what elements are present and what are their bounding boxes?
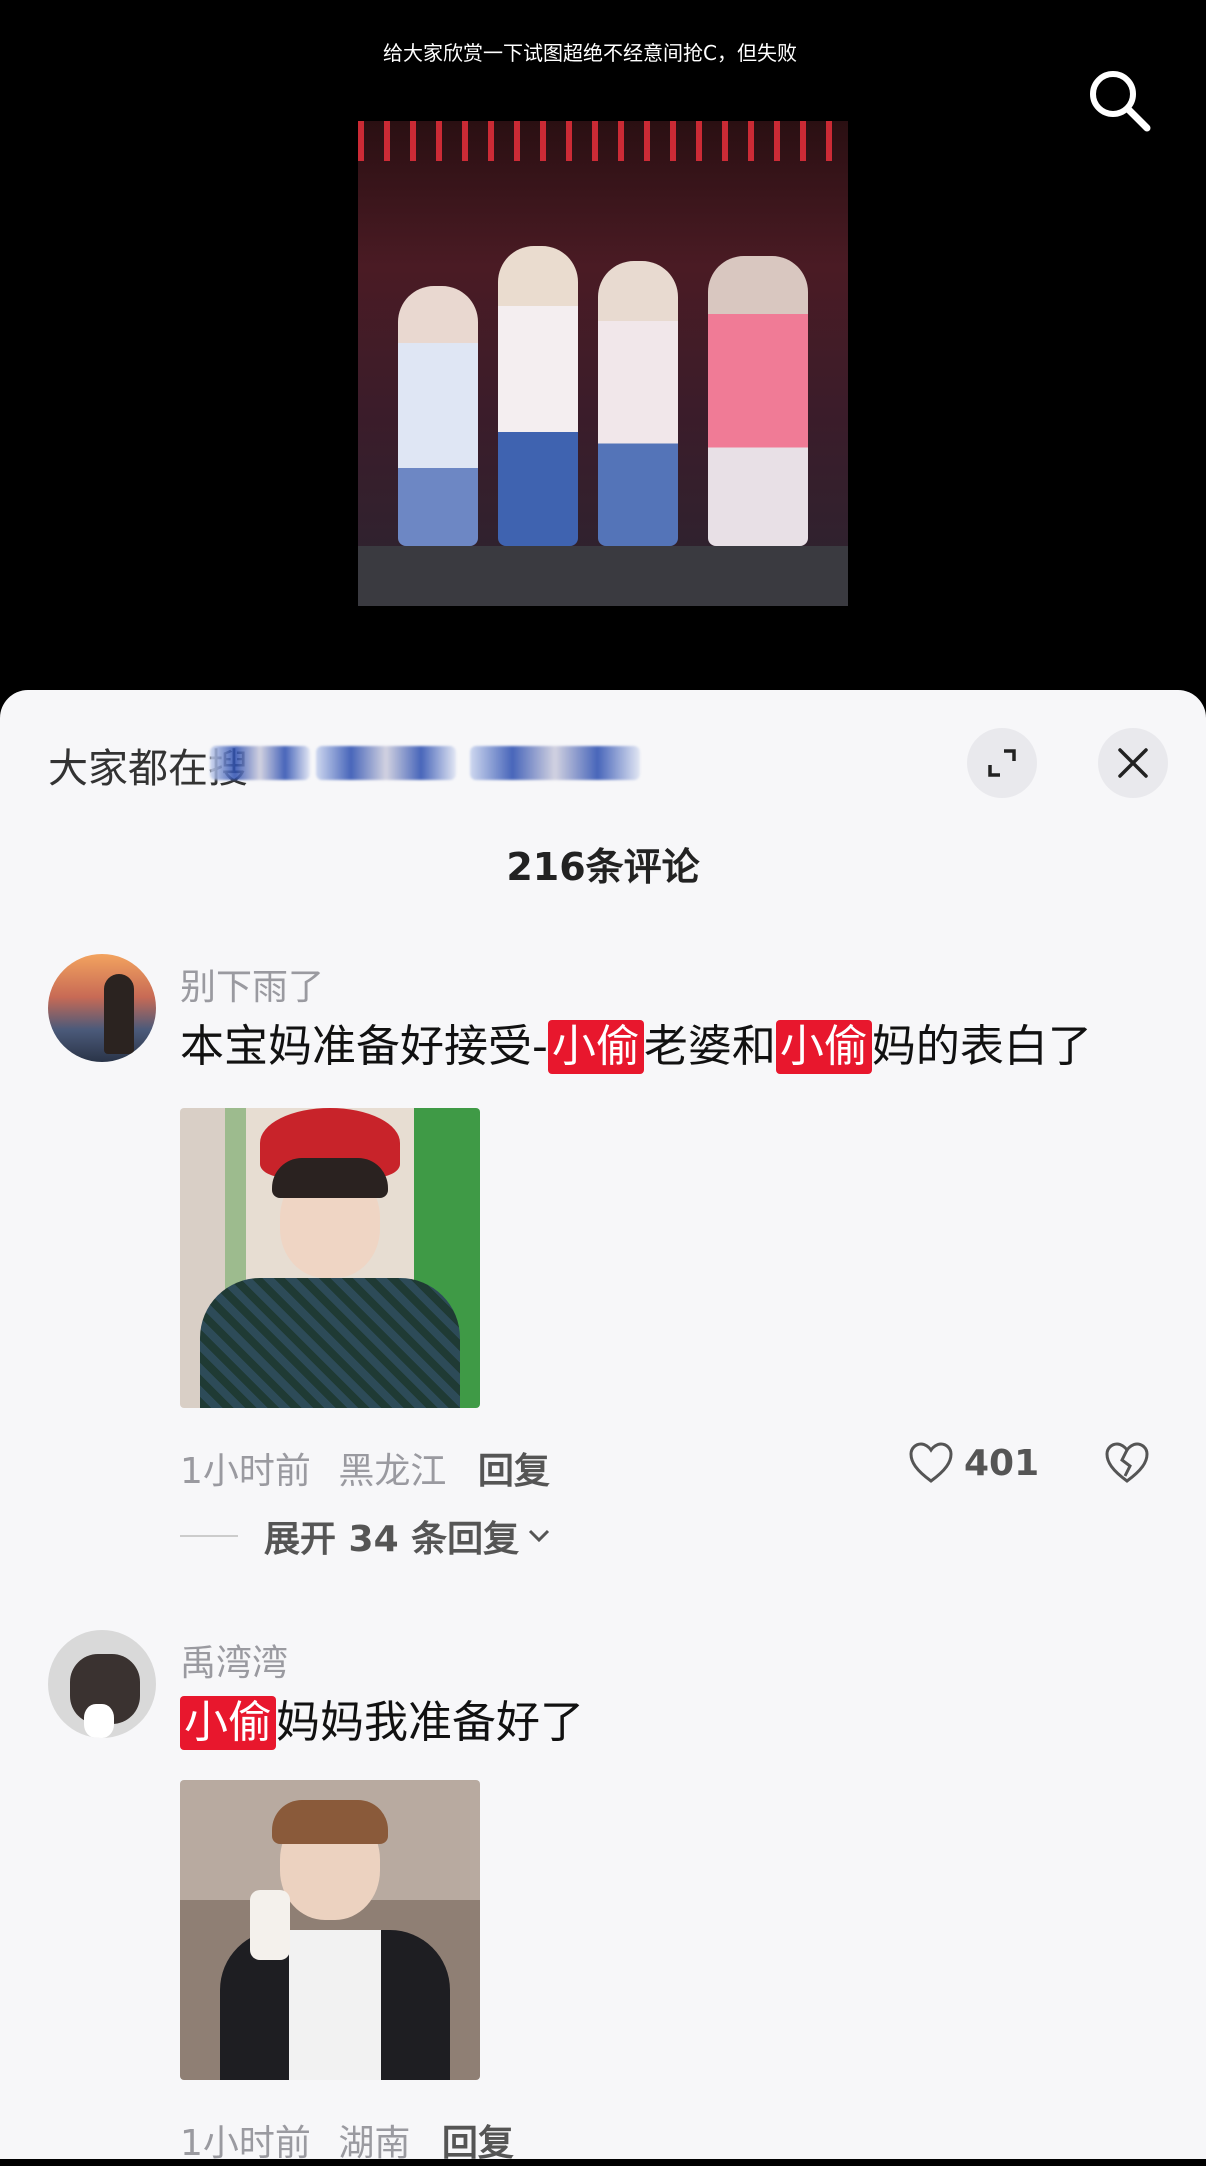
comment-author[interactable]: 禹湾湾 <box>180 1634 288 1686</box>
divider <box>180 1535 238 1537</box>
expand-button[interactable] <box>967 728 1037 798</box>
performer <box>708 256 808 546</box>
video-player[interactable]: 给大家欣赏一下试图超绝不经意间抢C，但失败 <box>0 0 1206 700</box>
close-button[interactable] <box>1098 728 1168 798</box>
avatar[interactable] <box>48 954 156 1062</box>
comment-location: 黑龙江 <box>338 1451 447 1492</box>
comment-image[interactable] <box>180 1108 480 1408</box>
comment-sheet: 大家都在搜 216条评论 别下雨了 本宝妈准备好接受-小偷老婆和小偷妈的表白了 <box>0 690 1206 2164</box>
heart-icon <box>909 1442 953 1483</box>
comment-author[interactable]: 别下雨了 <box>180 958 324 1010</box>
comment-meta: 1小时前 黑龙江 回复 <box>180 1442 550 1494</box>
keyword-tag[interactable]: 小偷 <box>775 1020 872 1074</box>
comment-image[interactable] <box>180 1780 480 2080</box>
broken-heart-icon <box>1105 1442 1149 1483</box>
like-button[interactable]: 401 <box>908 1442 1039 1484</box>
expand-replies-button[interactable]: 展开 34 条回复 <box>180 1510 553 1562</box>
comment-item: 禹湾湾 小偷妈妈我准备好了 1小时前 湖南 回复 <box>0 1630 1206 2164</box>
comment-location: 湖南 <box>338 2123 411 2164</box>
comment-text-part: 妈的表白了 <box>871 1021 1092 1072</box>
comment-text-part: 本宝妈准备好接受- <box>180 1021 548 1072</box>
expand-replies-label: 展开 34 条回复 <box>264 1519 520 1560</box>
close-icon <box>1118 748 1148 778</box>
stage-lights <box>358 121 848 161</box>
blurred-search-suggestion <box>210 746 310 780</box>
dislike-button[interactable] <box>1104 1442 1150 1488</box>
comment-text-part: 妈妈我准备好了 <box>276 1697 584 1748</box>
comment-count: 216条评论 <box>506 845 700 889</box>
keyword-tag[interactable]: 小偷 <box>547 1020 644 1074</box>
comment-text-part: 老婆和 <box>643 1021 776 1072</box>
blurred-search-suggestion <box>316 746 456 780</box>
video-caption: 给大家欣赏一下试图超绝不经意间抢C，但失败 <box>383 41 797 65</box>
comment-item: 别下雨了 本宝妈准备好接受-小偷老婆和小偷妈的表白了 1小时前 黑龙江 回复 4… <box>0 954 1206 1492</box>
comment-time: 1小时前 <box>180 1451 311 1492</box>
blurred-search-suggestion <box>470 746 640 780</box>
expand-icon <box>988 749 1016 777</box>
comment-meta: 1小时前 湖南 回复 <box>180 2114 514 2166</box>
reply-button[interactable]: 回复 <box>478 1451 550 1492</box>
comment-text: 本宝妈准备好接受-小偷老婆和小偷妈的表白了 <box>180 1010 1092 1074</box>
search-button[interactable] <box>1085 66 1153 134</box>
comment-text: 小偷妈妈我准备好了 <box>180 1686 584 1750</box>
keyword-tag[interactable]: 小偷 <box>180 1696 276 1750</box>
performer <box>598 261 678 546</box>
search-icon <box>1090 71 1151 132</box>
reply-button[interactable]: 回复 <box>442 2123 514 2164</box>
chevron-down-icon <box>529 1529 550 1543</box>
performer <box>398 286 478 546</box>
comment-time: 1小时前 <box>180 2123 311 2164</box>
performer <box>498 246 578 546</box>
video-frame[interactable] <box>358 121 848 606</box>
avatar[interactable] <box>48 1630 156 1738</box>
stage-floor <box>358 546 848 606</box>
like-count: 401 <box>964 1442 1040 1484</box>
